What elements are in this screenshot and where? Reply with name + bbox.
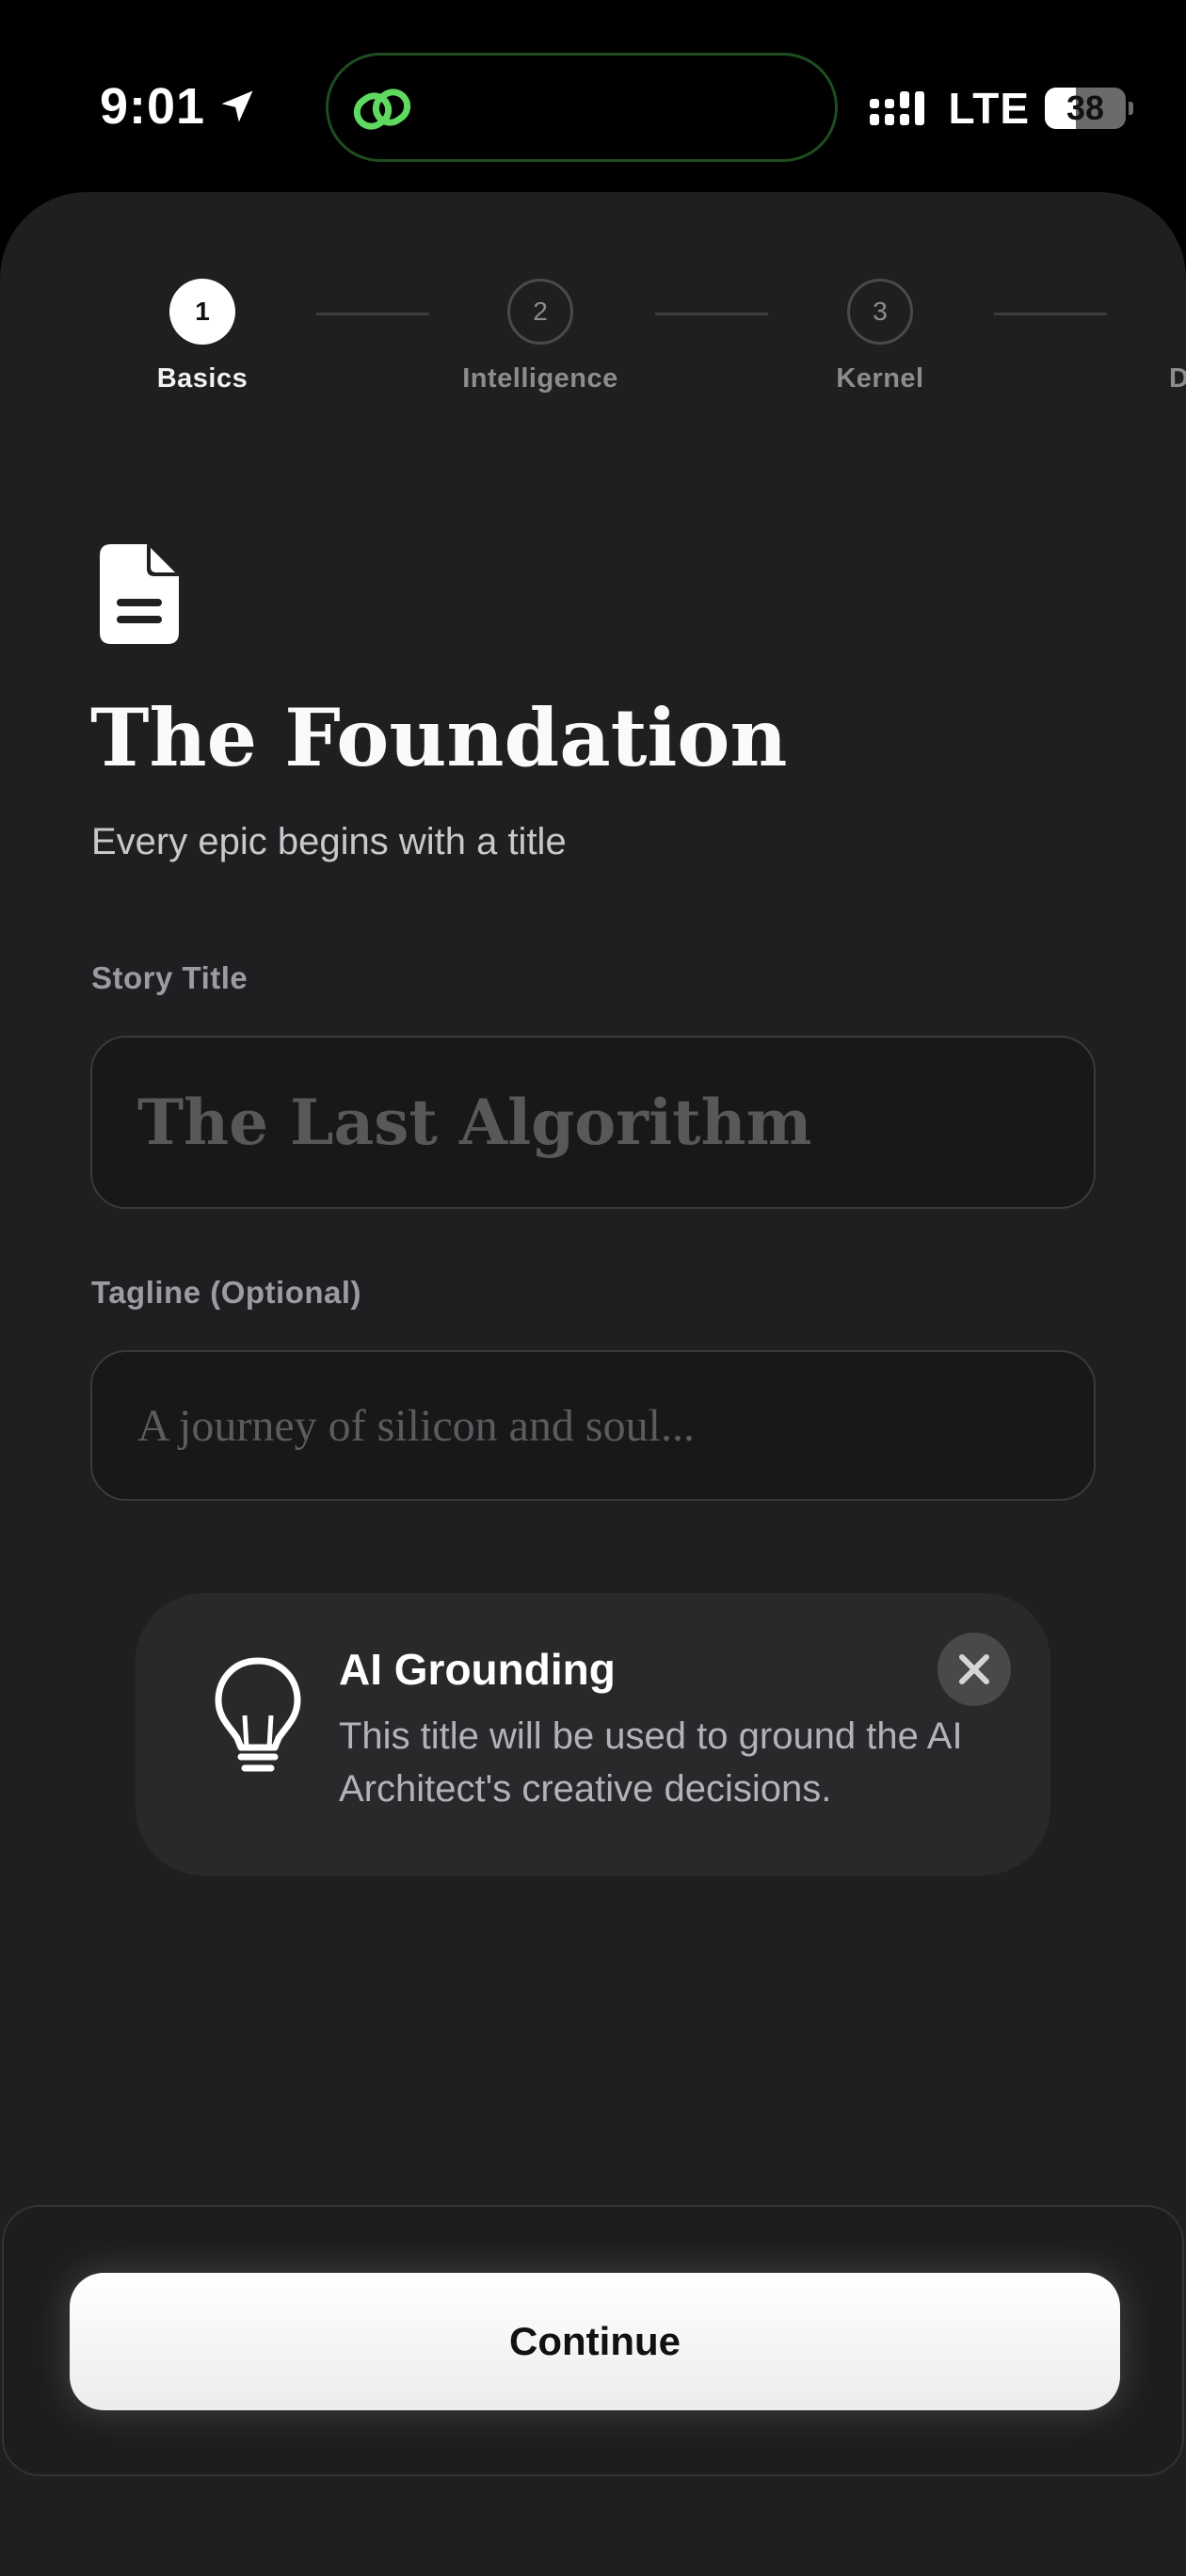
dynamic-island[interactable] [326,53,838,162]
link-icon [353,89,411,130]
document-icon [100,544,179,644]
lightbulb-icon [215,1657,301,1772]
step-intelligence[interactable]: 2 Intelligence [418,279,663,394]
tip-title: AI Grounding [339,1645,616,1694]
story-title-field[interactable] [90,1036,1096,1209]
tip-close-button[interactable] [938,1633,1011,1706]
location-arrow-icon [221,90,253,122]
tagline-input[interactable] [136,1398,1094,1453]
status-time-group: 9:01 [100,77,258,136]
stepper: 1 Basics 2 Intelligence 3 Kernel D [0,279,1186,401]
continue-button[interactable]: Continue [70,2273,1120,2410]
tagline-label: Tagline (Optional) [91,1275,362,1310]
status-time: 9:01 [100,78,206,135]
close-icon [959,1654,989,1684]
status-bar: 9:01 LTE 38 [0,0,1186,188]
story-title-label: Story Title [91,960,248,995]
step-label: D [1169,363,1186,394]
battery-icon: 38 [1045,88,1133,129]
signal-icon [869,91,924,125]
step-connector [655,313,768,315]
step-label: Kernel [836,363,924,394]
tagline-field[interactable] [90,1350,1096,1501]
step-label: Basics [156,363,248,394]
bottom-action-bar: Continue [2,2205,1184,2476]
page-title: The Foundation [90,691,788,784]
battery-percent: 38 [1066,89,1105,127]
step-number: 3 [847,279,913,345]
step-number: 1 [169,279,235,345]
step-kernel[interactable]: 3 Kernel [758,279,1002,394]
network-label: LTE [948,84,1030,133]
ai-grounding-tip: AI Grounding This title will be used to … [136,1593,1050,1876]
step-label: Intelligence [462,363,618,394]
step-connector [316,313,429,315]
step-basics[interactable]: 1 Basics [80,279,325,394]
step-next[interactable]: D [1047,279,1186,394]
step-number: 2 [507,279,573,345]
status-right: LTE 38 [868,83,1133,134]
story-title-input[interactable] [136,1085,1094,1160]
page-subtitle: Every epic begins with a title [91,821,567,862]
tip-body: This title will be used to ground the AI… [339,1715,963,1810]
